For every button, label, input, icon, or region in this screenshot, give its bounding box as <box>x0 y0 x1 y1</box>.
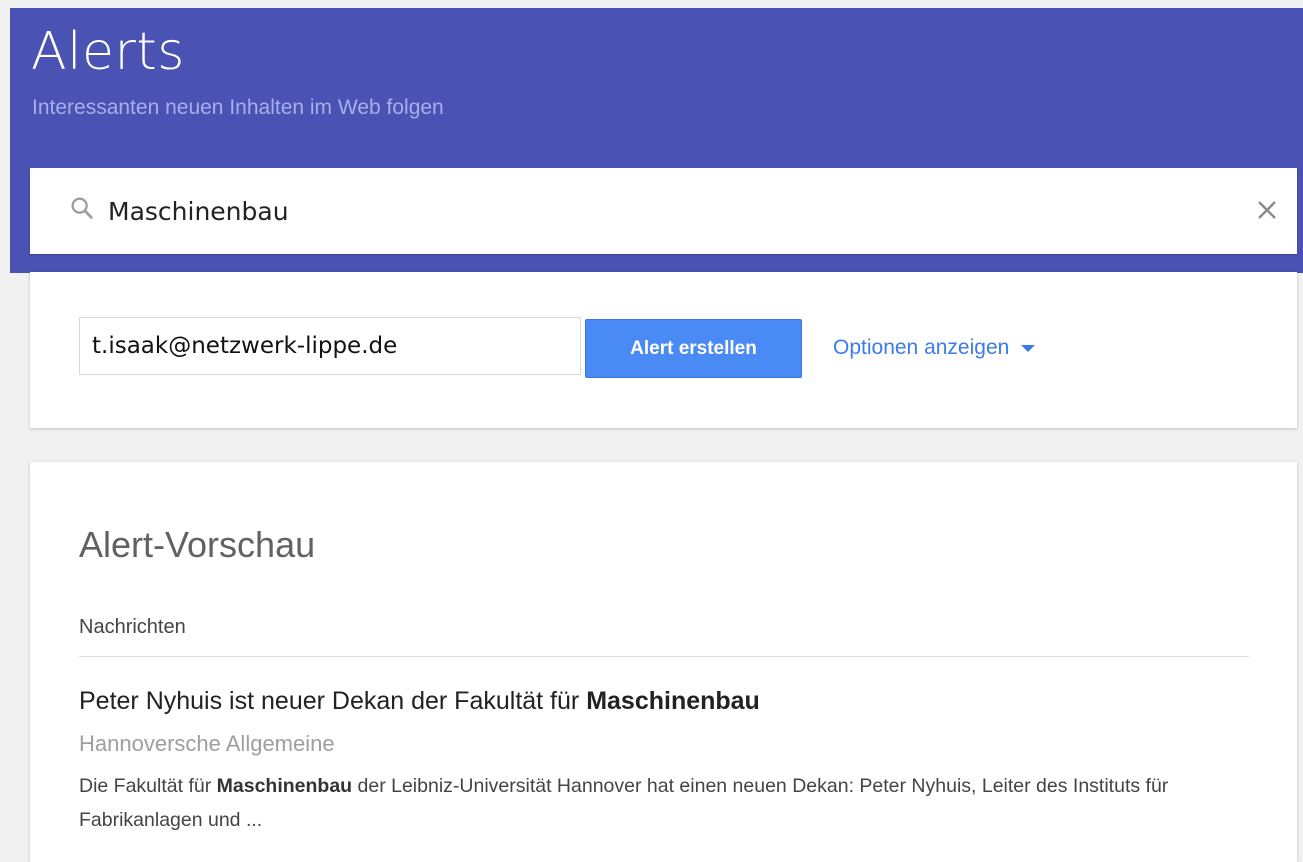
email-field[interactable] <box>79 317 581 375</box>
close-icon[interactable] <box>1255 198 1279 222</box>
preview-title: Alert-Vorschau <box>79 524 316 565</box>
search-input[interactable] <box>108 192 1208 230</box>
article-title-highlight: Maschinenbau <box>586 687 760 715</box>
article-title-link[interactable]: Peter Nyhuis ist neuer Dekan der Fakultä… <box>79 687 760 716</box>
article-title-text: Peter Nyhuis ist neuer Dekan der Fakultä… <box>79 687 587 715</box>
snippet-highlight: Maschinenbau <box>216 775 353 797</box>
app-subtitle: Interessanten neuen Inhalten im Web folg… <box>32 96 444 119</box>
search-icon <box>71 197 93 219</box>
search-bar <box>30 168 1297 254</box>
caret-down-icon <box>1021 344 1036 352</box>
section-label-news: Nachrichten <box>79 616 186 638</box>
show-options-label: Optionen anzeigen <box>833 336 1010 359</box>
article-source: Hannoversche Allgemeine <box>79 731 335 756</box>
snippet-prefix: Die Fakultät für <box>79 775 217 797</box>
show-options-link[interactable]: Optionen anzeigen <box>833 336 1036 360</box>
create-alert-card: Alert erstellen Optionen anzeigen <box>30 272 1297 428</box>
app-title: Alerts <box>31 22 185 82</box>
create-alert-button[interactable]: Alert erstellen <box>585 319 802 378</box>
alert-preview-card: Alert-Vorschau Nachrichten Peter Nyhuis … <box>30 462 1297 862</box>
article-snippet: Die Fakultät für Maschinenbau der Leibni… <box>79 769 1259 837</box>
divider <box>79 656 1249 657</box>
